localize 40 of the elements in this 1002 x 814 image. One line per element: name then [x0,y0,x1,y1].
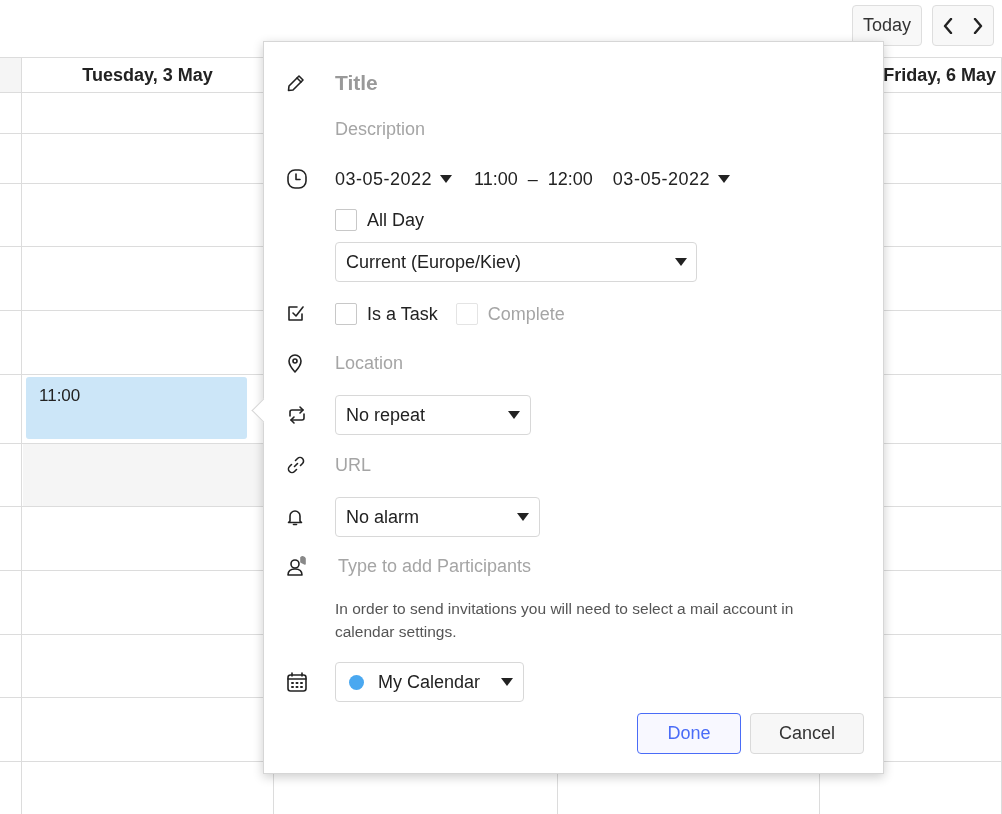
clock-icon [286,168,308,190]
location-field[interactable]: Location [335,352,864,374]
pencil-icon [286,73,306,93]
link-icon [286,455,306,475]
chevron-right-icon [973,17,983,34]
url-field[interactable]: URL [335,454,864,476]
bell-icon [286,507,304,527]
caret-icon [517,513,529,521]
time-separator: – [527,168,538,190]
checkbox[interactable] [335,303,357,325]
start-date-picker[interactable]: 03-05-2022 [335,168,453,190]
caret-icon [501,678,513,686]
done-button[interactable]: Done [637,713,741,754]
checkbox-icon [286,304,306,324]
complete-label: Complete [487,303,565,325]
chevron-left-icon [943,17,953,34]
participants-field[interactable]: Type to add Participants [335,555,864,577]
map-pin-icon [286,353,304,373]
is-a-task-label: Is a Task [367,303,438,325]
end-time[interactable]: 12:00 [547,168,593,190]
caret-icon [508,411,520,419]
caret-icon [675,258,687,266]
all-day-label: All Day [367,209,424,231]
caret-icon [440,175,453,183]
calendar-icon [286,671,308,693]
end-date-picker[interactable]: 03-05-2022 [612,168,730,190]
caret-icon [717,175,730,183]
time-gutter-cell [0,57,22,93]
timezone-dropdown[interactable]: Current (Europe/Kiev) [335,242,697,282]
calendar-event[interactable]: 11:00 [26,377,247,439]
checkbox[interactable] [335,209,357,231]
calendar-dropdown[interactable]: My Calendar [335,662,524,702]
repeat-dropdown[interactable]: No repeat [335,395,531,435]
today-button[interactable]: Today [852,5,922,46]
repeat-icon [286,405,308,425]
description-field[interactable]: Description [335,118,864,140]
start-time[interactable]: 11:00 [474,168,518,190]
invitation-notice: In order to send invitations you will need to select a mail account in calendar settings. [335,599,795,642]
alarm-dropdown[interactable]: No alarm [335,497,540,537]
cancel-button[interactable]: Cancel [750,713,864,754]
